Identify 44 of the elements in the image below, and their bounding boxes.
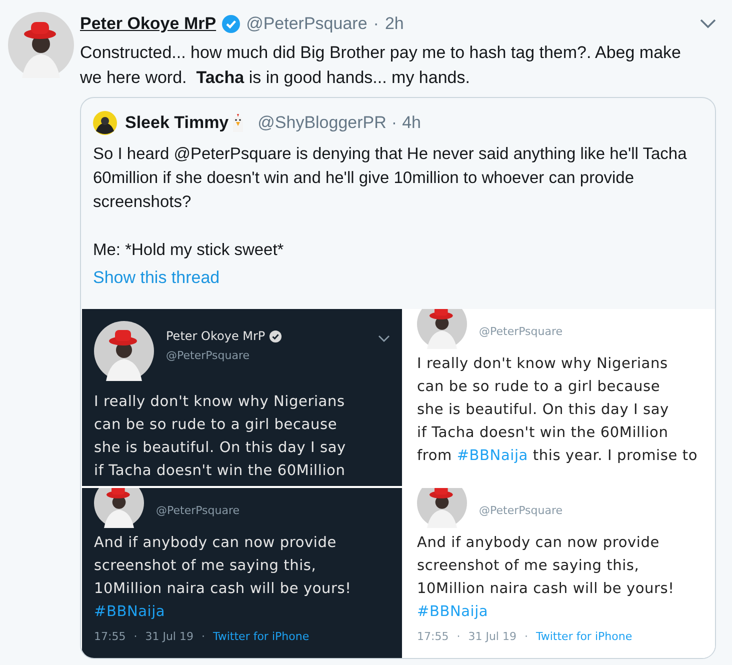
tweet-text: Constructed... how much did Big Brother pay me to hash tag them?. Abeg make we here word. Tacha is in good hands... my hands. xyxy=(80,42,682,89)
separator: · xyxy=(391,113,398,133)
tweet-text-line: 10Million naira cash will be yours! xyxy=(417,580,676,599)
quoted-text: Me: *Hold my stick sweet* xyxy=(93,240,285,261)
timestamp[interactable]: 2h xyxy=(384,14,404,34)
tweet-text-line: 10Million naira cash will be yours! xyxy=(94,580,352,599)
tweet-text-line: can be so rude to a girl because xyxy=(94,416,338,435)
tweet-date: 31 Jul 19 xyxy=(145,630,194,643)
author-handle: @ShyBloggerPR xyxy=(258,113,386,133)
tweet-text-line: she is beautiful. On this day I say xyxy=(94,439,347,458)
hashtag-link[interactable]: #BBNaija xyxy=(94,604,166,620)
tweet-text-line: And if anybody can now provide xyxy=(94,534,338,553)
author-handle: @PeterPsquare xyxy=(479,504,563,517)
separator: · xyxy=(456,630,460,643)
tweet-text-line: if Tacha doesn't win the 60Million xyxy=(94,462,346,481)
tweet-text-line: she is beautiful. On this day I say xyxy=(417,401,670,420)
tweet-text-line: And if anybody can now provide xyxy=(417,534,660,553)
tweet-text-line: screenshot of me saying this, xyxy=(94,557,318,576)
separator: · xyxy=(373,14,379,34)
separator: · xyxy=(201,630,205,643)
tweet-text-line: can be so rude to a girl because xyxy=(417,378,662,397)
separator: · xyxy=(524,630,528,643)
tweet-source-link[interactable]: Twitter for iPhone xyxy=(212,630,310,643)
author-handle: @PeterPsquare xyxy=(156,504,240,517)
tweet-screenshot[interactable]: @PeterPsquare And if anybody can now provide screenshot of me saying this, 10Million naira cash will be yours! #BBNaija 17:55 · 31 Jul 19 · Twitter for iPhone xyxy=(82,488,402,658)
author-name[interactable]: Peter Okoye MrP xyxy=(80,14,216,34)
tweet-date: 31 Jul 19 xyxy=(468,630,516,643)
tweet-text-line: screenshot of me saying this, xyxy=(417,557,640,576)
author-handle: @PeterPsquare xyxy=(246,14,368,34)
tweet-time: 17:55 xyxy=(417,630,449,643)
author-handle: @PeterPsquare xyxy=(479,325,563,338)
author-name: Sleek Timmy xyxy=(125,113,229,133)
tweet-text-line: if Tacha doesn't win the 60Million xyxy=(417,424,670,443)
author-name: Peter Okoye MrP xyxy=(166,329,266,343)
tweet-text-line: from #BBNaija this year. I promise to xyxy=(417,447,698,466)
tweet-time: 17:55 xyxy=(94,630,126,643)
quoted-text: So I heard @PeterPsquare is denying that He never said anything like he'll Tacha 60million if she doesn't win and he'll give 10million to whoever can provide screenshots? xyxy=(93,144,688,213)
tweet-text-line: I really don't know why Nigerians xyxy=(417,355,669,374)
separator: · xyxy=(134,630,138,643)
tweet-screenshot[interactable]: Peter Okoye MrP @PeterPsquare I really don't know why Nigerians can be so rude to a girl because she is beautiful. On this day I say if Tacha doesn't win the 60Million xyxy=(82,309,402,486)
show-thread-link[interactable]: Show this thread xyxy=(93,266,220,290)
tweet-text-line: I really don't know why Nigerians xyxy=(94,393,346,412)
author-handle: @PeterPsquare xyxy=(166,349,251,362)
timestamp: 4h xyxy=(402,113,421,133)
